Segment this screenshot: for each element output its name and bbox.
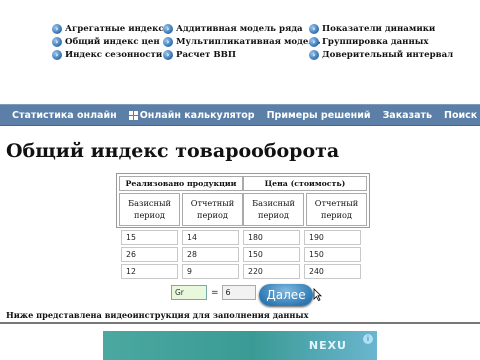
groups-count-input[interactable]: 6: [221, 285, 256, 300]
header-group-products: Реализовано продукции Базисный период От…: [119, 176, 243, 227]
header-products-report: Отчетный период: [182, 193, 243, 226]
table-header: Реализовано продукции Базисный период От…: [116, 173, 370, 228]
ad-banner[interactable]: NEXU i: [103, 331, 377, 360]
divider: [0, 322, 480, 324]
table-row: 26 28 150 150: [121, 247, 361, 262]
data-input-cell[interactable]: 12: [121, 264, 178, 279]
mouse-cursor-icon: [313, 288, 322, 301]
data-input-cell[interactable]: 9: [182, 264, 239, 279]
link-additive-model[interactable]: › Аддитивная модель ряда: [163, 24, 306, 34]
arrow-circle-icon: ›: [163, 37, 173, 47]
data-input-cell[interactable]: 220: [243, 264, 300, 279]
link-dynamics-indicators[interactable]: › Показатели динамики: [309, 24, 469, 34]
main-navbar: Статистика онлайн Онлайн калькулятор При…: [0, 104, 480, 126]
equals-sign: =: [211, 287, 219, 298]
arrow-circle-icon: ›: [309, 37, 319, 47]
video-instruction-note: Ниже представлена видеоинструкция для за…: [6, 310, 309, 320]
data-input-cell[interactable]: 150: [304, 247, 361, 262]
link-multiplicative-model[interactable]: › Мультипликативная модель: [163, 37, 320, 47]
video-frame: › Агрегатные индексы › Аддитивная модель р…: [0, 0, 480, 360]
link-gdp-calculation[interactable]: › Расчет ВВП: [163, 50, 306, 60]
link-confidence-interval[interactable]: › Доверительный интервал: [309, 50, 469, 60]
data-input-cell[interactable]: 14: [182, 230, 239, 245]
data-input-cell[interactable]: 15: [121, 230, 178, 245]
groups-label-box: Gr: [171, 285, 207, 300]
link-data-grouping[interactable]: › Группировка данных: [309, 37, 469, 47]
table-row: 12 9 220 240: [121, 264, 361, 279]
ad-info-icon[interactable]: i: [363, 334, 373, 344]
link-seasonality-index[interactable]: › Индекс сезонности: [52, 50, 162, 60]
page-title: Общий индекс товарооборота: [6, 140, 340, 162]
nav-solution-examples[interactable]: Примеры решений: [261, 110, 377, 121]
arrow-circle-icon: ›: [309, 24, 319, 34]
arrow-circle-icon: ›: [52, 24, 62, 34]
link-general-price-index[interactable]: › Общий индекс цен: [52, 37, 160, 47]
arrow-circle-icon: ›: [163, 24, 173, 34]
header-group-price: Цена (стоимость) Базисный период Отчетны…: [243, 176, 367, 227]
data-input-cell[interactable]: 240: [304, 264, 361, 279]
arrow-circle-icon: ›: [52, 50, 62, 60]
data-input-cell[interactable]: 190: [304, 230, 361, 245]
arrow-circle-icon: ›: [163, 50, 173, 60]
header-products-base: Базисный период: [119, 193, 180, 226]
nav-statistics-online[interactable]: Статистика онлайн: [0, 110, 123, 121]
nav-online-calculator[interactable]: Онлайн калькулятор: [123, 110, 261, 121]
nav-search[interactable]: Поиск: [438, 110, 480, 121]
web-page: › Агрегатные индексы › Аддитивная модель р…: [0, 0, 480, 360]
data-input-cell[interactable]: 180: [243, 230, 300, 245]
header-price-base: Базисный период: [243, 193, 304, 226]
topic-links: › Агрегатные индексы › Аддитивная модель р…: [52, 24, 472, 60]
arrow-circle-icon: ›: [309, 50, 319, 60]
link-aggregate-indexes[interactable]: › Агрегатные индексы: [52, 24, 172, 34]
data-input-cell[interactable]: 150: [243, 247, 300, 262]
calculator-grid-icon: [128, 110, 138, 120]
arrow-circle-icon: ›: [52, 37, 62, 47]
groups-control: Gr = 6: [171, 285, 256, 300]
data-input-cell[interactable]: 26: [121, 247, 178, 262]
header-price-label: Цена (стоимость): [243, 176, 367, 191]
data-input-cell[interactable]: 28: [182, 247, 239, 262]
next-button[interactable]: Далее: [259, 284, 313, 306]
header-price-report: Отчетный период: [306, 193, 367, 226]
nav-order[interactable]: Заказать: [377, 110, 438, 121]
header-products-label: Реализовано продукции: [119, 176, 243, 191]
ad-banner-text: NEXU: [308, 339, 347, 352]
table-row: 15 14 180 190: [121, 230, 361, 245]
